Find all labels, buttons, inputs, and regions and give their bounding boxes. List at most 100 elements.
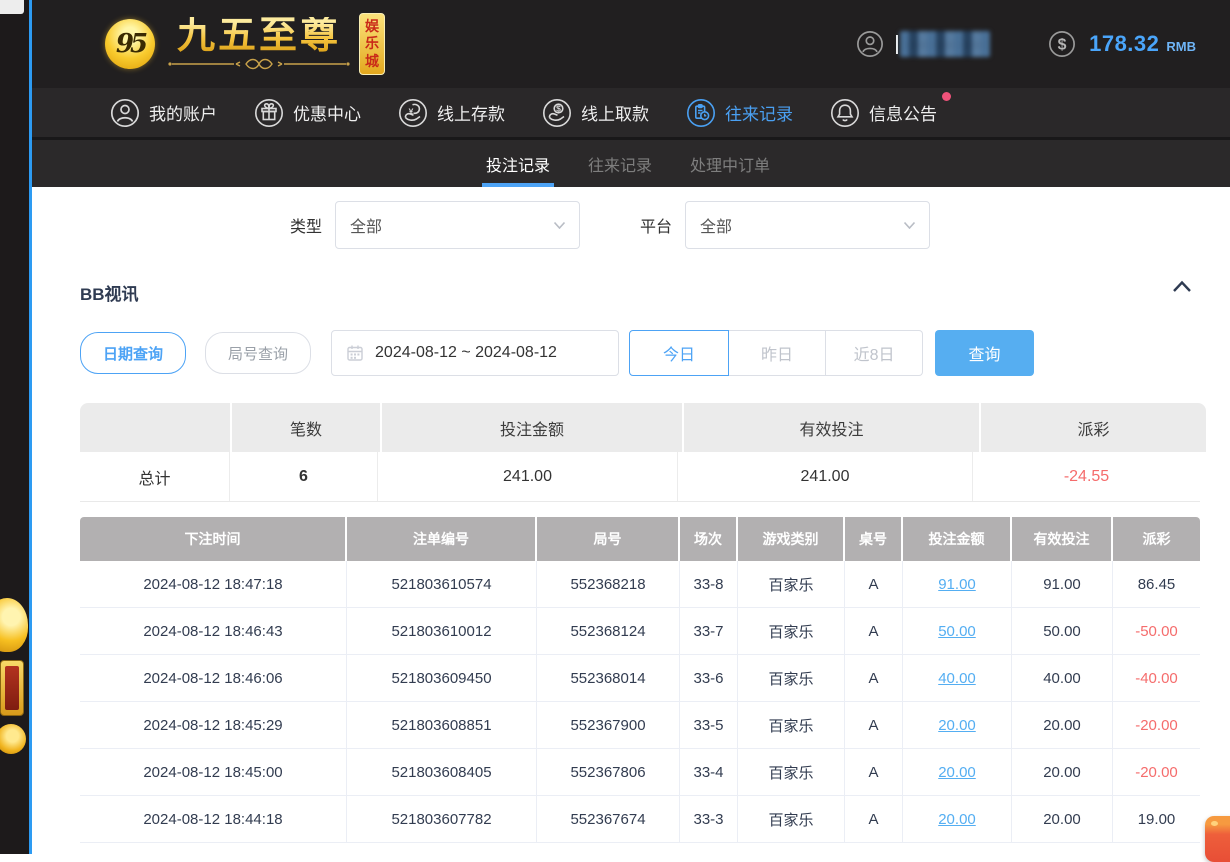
balance-area[interactable]: $ 178.32 RMB bbox=[1048, 30, 1196, 58]
user-account[interactable] bbox=[856, 30, 990, 58]
cell-order-number: 521803609450 bbox=[347, 655, 537, 702]
bet-header-cell: 派彩 bbox=[1113, 517, 1200, 561]
section-title: BB视讯 bbox=[80, 280, 139, 305]
table-row: 2024-08-12 18:45:29 521803608851 5523679… bbox=[80, 702, 1200, 749]
tab-transaction-records[interactable]: 往来记录 bbox=[586, 140, 654, 187]
floating-red-packet-widget[interactable] bbox=[1205, 816, 1230, 862]
cell-order-number: 521803607782 bbox=[347, 796, 537, 843]
nav-item-announcements[interactable]: 信息公告 bbox=[830, 98, 937, 128]
red-packet-glint bbox=[1211, 821, 1218, 826]
bet-records-table: 下注时间注单编号局号场次游戏类别桌号投注金额有效投注派彩 2024-08-12 … bbox=[80, 517, 1200, 843]
cell-table-number: A bbox=[845, 561, 903, 608]
bet-amount-link[interactable]: 20.00 bbox=[903, 796, 1012, 843]
logo-monogram-icon: 95 bbox=[105, 19, 155, 69]
type-select-value: 全部 bbox=[350, 213, 554, 237]
date-range-input[interactable]: 2024-08-12 ~ 2024-08-12 bbox=[331, 330, 619, 376]
cell-bet-time: 2024-08-12 18:44:18 bbox=[80, 796, 347, 843]
svg-text:$: $ bbox=[556, 103, 561, 113]
summary-header-cell: 派彩 bbox=[981, 403, 1206, 452]
summary-payout: -24.55 bbox=[973, 452, 1200, 501]
bet-amount-link[interactable]: 20.00 bbox=[903, 749, 1012, 796]
nav-item-promotions[interactable]: 优惠中心 bbox=[254, 98, 361, 128]
platform-select[interactable]: 全部 bbox=[685, 201, 930, 249]
nav-item-deposit[interactable]: ¥ 线上存款 bbox=[398, 98, 505, 128]
cell-game-type: 百家乐 bbox=[738, 702, 845, 749]
chevron-down-icon bbox=[554, 222, 565, 229]
cell-order-number: 521803608405 bbox=[347, 749, 537, 796]
summary-header-cell: 投注金额 bbox=[382, 403, 682, 452]
cell-table-number: A bbox=[845, 749, 903, 796]
summary-header-row: 笔数投注金额有效投注派彩 bbox=[80, 403, 1200, 452]
summary-total-row: 总计 6 241.00 241.00 -24.55 bbox=[80, 452, 1200, 502]
cell-bet-time: 2024-08-12 18:47:18 bbox=[80, 561, 347, 608]
bet-amount-link[interactable]: 20.00 bbox=[903, 702, 1012, 749]
query-toolbar: 日期查询 局号查询 2024-08-12 ~ 2024-08-12 今日 昨日 … bbox=[80, 330, 1034, 376]
search-button[interactable]: 查询 bbox=[935, 330, 1034, 376]
tab-bet-records[interactable]: 投注记录 bbox=[484, 140, 552, 187]
summary-valid-bet: 241.00 bbox=[678, 452, 973, 501]
cell-round-number: 552368124 bbox=[537, 608, 680, 655]
summary-header-cell bbox=[80, 403, 230, 452]
nav-item-withdraw[interactable]: $ 线上取款 bbox=[542, 98, 649, 128]
type-filter-label: 类型 bbox=[290, 213, 322, 237]
bet-amount-link[interactable]: 50.00 bbox=[903, 608, 1012, 655]
cell-session: 33-8 bbox=[680, 561, 738, 608]
svg-text:$: $ bbox=[1058, 37, 1067, 54]
collapse-section-button[interactable] bbox=[1172, 280, 1192, 293]
cell-round-number: 552367674 bbox=[537, 796, 680, 843]
cell-valid-bet: 20.00 bbox=[1012, 749, 1113, 796]
table-row: 2024-08-12 18:46:06 521803609450 5523680… bbox=[80, 655, 1200, 702]
nav-label: 线上取款 bbox=[581, 100, 649, 125]
chevron-up-icon bbox=[1172, 280, 1192, 293]
cell-game-type: 百家乐 bbox=[738, 608, 845, 655]
main-nav: 我的账户 优惠中心 bbox=[32, 88, 1230, 137]
background-window-corner bbox=[0, 0, 24, 14]
gold-badge-decoration bbox=[0, 660, 24, 716]
cell-session: 33-3 bbox=[680, 796, 738, 843]
round-query-button[interactable]: 局号查询 bbox=[205, 332, 311, 374]
tab-pending-orders[interactable]: 处理中订单 bbox=[688, 140, 772, 187]
notification-dot bbox=[942, 92, 951, 101]
yesterday-button[interactable]: 昨日 bbox=[729, 330, 826, 376]
cell-valid-bet: 20.00 bbox=[1012, 702, 1113, 749]
cell-game-type: 百家乐 bbox=[738, 749, 845, 796]
bet-header-cell: 有效投注 bbox=[1012, 517, 1111, 561]
user-avatar-icon bbox=[856, 30, 884, 58]
bet-amount-link[interactable]: 91.00 bbox=[903, 561, 1012, 608]
nav-label: 我的账户 bbox=[149, 100, 217, 125]
cell-table-number: A bbox=[845, 655, 903, 702]
date-range-value: 2024-08-12 ~ 2024-08-12 bbox=[375, 344, 557, 362]
record-tabs: 投注记录 往来记录 处理中订单 bbox=[32, 137, 1230, 187]
type-select[interactable]: 全部 bbox=[335, 201, 580, 249]
brand-name: 九五至尊 bbox=[177, 17, 341, 57]
bet-header-cell: 注单编号 bbox=[347, 517, 535, 561]
user-icon bbox=[110, 98, 140, 128]
cell-session: 33-7 bbox=[680, 608, 738, 655]
date-query-button[interactable]: 日期查询 bbox=[80, 332, 186, 374]
last-8-days-button[interactable]: 近8日 bbox=[826, 330, 923, 376]
summary-bet-amount: 241.00 bbox=[378, 452, 678, 501]
platform-filter-label: 平台 bbox=[640, 213, 672, 237]
nav-item-transaction-records[interactable]: 往来记录 bbox=[686, 98, 793, 128]
nav-item-my-account[interactable]: 我的账户 bbox=[110, 98, 217, 128]
site-logo[interactable]: 95 九五至尊 娱乐城 bbox=[105, 9, 385, 79]
today-button[interactable]: 今日 bbox=[629, 330, 729, 376]
cell-round-number: 552367900 bbox=[537, 702, 680, 749]
summary-table: 笔数投注金额有效投注派彩 总计 6 241.00 241.00 -24.55 bbox=[80, 403, 1200, 502]
table-row: 2024-08-12 18:45:00 521803608405 5523678… bbox=[80, 749, 1200, 796]
cell-order-number: 521803608851 bbox=[347, 702, 537, 749]
cell-bet-time: 2024-08-12 18:45:29 bbox=[80, 702, 347, 749]
bet-amount-link[interactable]: 40.00 bbox=[903, 655, 1012, 702]
cell-valid-bet: 40.00 bbox=[1012, 655, 1113, 702]
cell-bet-time: 2024-08-12 18:46:43 bbox=[80, 608, 347, 655]
summary-header-cell: 有效投注 bbox=[684, 403, 979, 452]
bet-header-cell: 游戏类别 bbox=[738, 517, 843, 561]
summary-label: 总计 bbox=[80, 452, 230, 501]
cell-payout: -20.00 bbox=[1113, 702, 1200, 749]
cell-valid-bet: 91.00 bbox=[1012, 561, 1113, 608]
bet-header-cell: 桌号 bbox=[845, 517, 901, 561]
withdraw-icon: $ bbox=[542, 98, 572, 128]
cell-bet-time: 2024-08-12 18:45:00 bbox=[80, 749, 347, 796]
balance-currency: RMB bbox=[1166, 39, 1196, 54]
bet-table-body: 2024-08-12 18:47:18 521803610574 5523682… bbox=[80, 561, 1200, 843]
